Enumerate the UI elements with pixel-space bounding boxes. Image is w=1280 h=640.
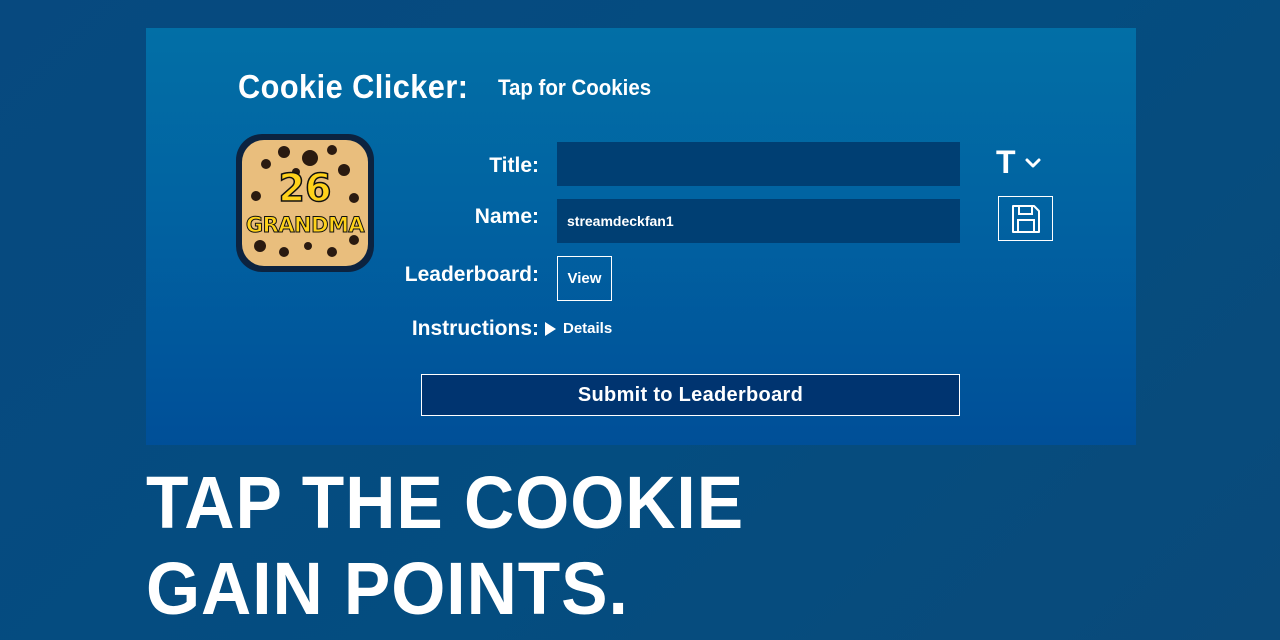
- chevron-down-icon: [1025, 158, 1041, 168]
- name-label: Name:: [474, 205, 539, 228]
- instructions-label: Instructions:: [411, 317, 539, 340]
- app-name: Cookie Clicker:: [238, 68, 469, 105]
- title-label: Title:: [489, 154, 539, 177]
- title-input[interactable]: [557, 142, 960, 186]
- view-leaderboard-button[interactable]: View: [557, 256, 612, 301]
- leaderboard-label: Leaderboard:: [404, 263, 539, 286]
- game-rank: GRANDMA: [245, 213, 365, 238]
- app-subtitle: Tap for Cookies: [498, 75, 652, 100]
- disclosure-triangle-icon: [545, 321, 556, 336]
- floppy-disk-icon: [1011, 204, 1040, 233]
- app-title: Cookie Clicker: Tap for Cookies: [238, 68, 663, 106]
- game-level: 26: [278, 165, 332, 211]
- save-button[interactable]: [998, 196, 1053, 241]
- tagline-line-2: GAIN POINTS.: [146, 547, 629, 630]
- font-select-button[interactable]: T: [996, 146, 1042, 178]
- details-label: Details: [563, 320, 613, 337]
- font-icon: T: [996, 144, 1016, 180]
- tagline-line-1: TAP THE COOKIE: [146, 461, 745, 544]
- leaderboard-panel: Cookie Clicker: Tap for Cookies 26 GRAND…: [146, 28, 1136, 445]
- game-icon: 26 GRANDMA: [236, 134, 374, 272]
- instructions-details-toggle[interactable]: Details: [545, 320, 612, 337]
- submit-leaderboard-button[interactable]: Submit to Leaderboard: [421, 374, 960, 416]
- tagline: TAP THE COOKIE GAIN POINTS.: [146, 460, 744, 632]
- name-input[interactable]: [557, 199, 960, 243]
